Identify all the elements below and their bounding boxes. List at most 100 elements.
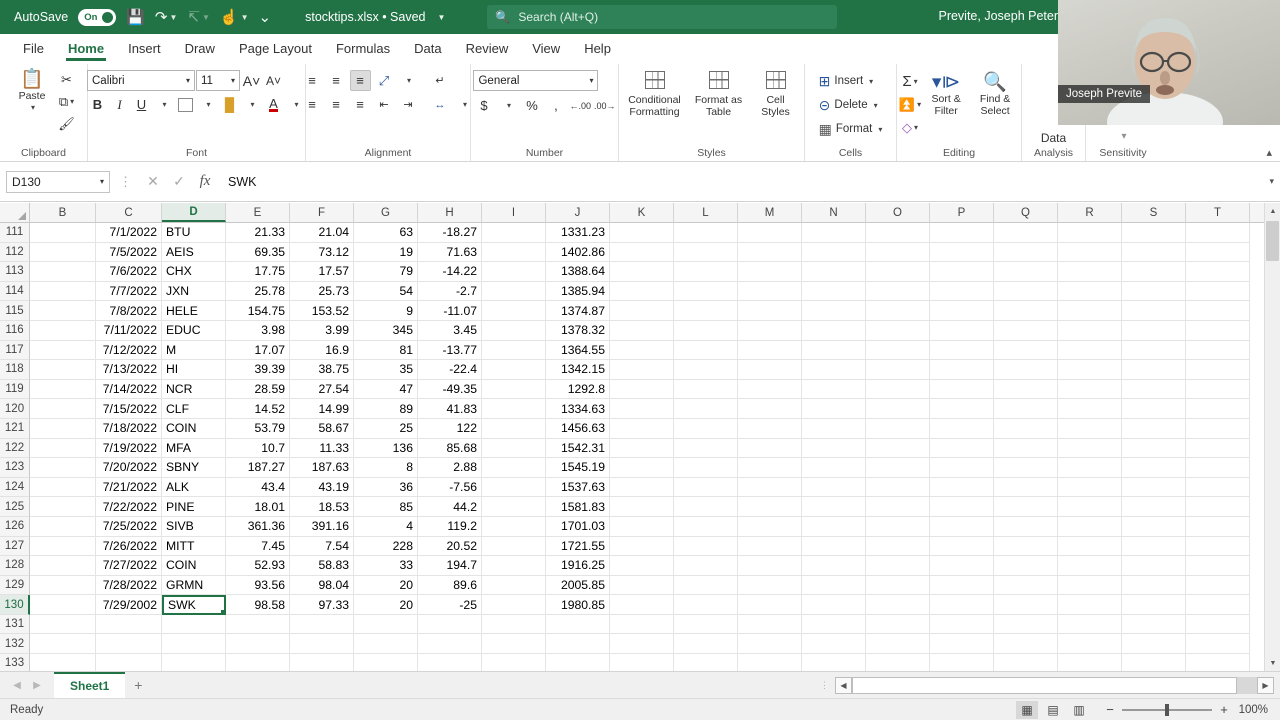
chevron-down-icon[interactable]: ▼ (202, 13, 210, 22)
cell-M116[interactable] (738, 320, 802, 341)
cell-J114[interactable]: 1385.94 (546, 281, 610, 302)
account-name-label[interactable]: Previte, Joseph Peter (938, 9, 1058, 23)
cell-R132[interactable] (1058, 634, 1122, 655)
row-header-114[interactable]: 114 (0, 281, 30, 302)
formula-input[interactable]: SWK (228, 171, 1263, 193)
cell-R114[interactable] (1058, 281, 1122, 302)
cell-I123[interactable] (482, 458, 546, 478)
cell-M121[interactable] (738, 418, 802, 439)
cell-B122[interactable] (30, 438, 96, 459)
cell-B125[interactable] (30, 497, 96, 517)
cell-P128[interactable] (930, 556, 994, 576)
cell-O125[interactable] (866, 497, 930, 517)
cell-Q133[interactable] (994, 654, 1058, 671)
row-header-131[interactable]: 131 (0, 614, 30, 635)
cell-M112[interactable] (738, 242, 802, 263)
cell-J130[interactable]: 1980.85 (546, 595, 610, 615)
grow-font-button[interactable]: A˅ (241, 70, 262, 91)
cell-C114[interactable]: 7/7/2022 (96, 281, 162, 302)
cell-J112[interactable]: 1402.86 (546, 242, 610, 263)
format-as-table-button[interactable]: Format as Table (691, 69, 747, 118)
column-header-D[interactable]: D (162, 203, 226, 222)
cell-F111[interactable]: 21.04 (290, 223, 354, 243)
cell-K131[interactable] (610, 614, 674, 635)
cell-I118[interactable] (482, 360, 546, 380)
undo-icon[interactable]: ↷ ▼ (155, 8, 178, 26)
cell-D127[interactable]: MITT (162, 536, 226, 557)
cell-F117[interactable]: 16.9 (290, 340, 354, 361)
cell-C132[interactable] (96, 634, 162, 655)
cell-N111[interactable] (802, 223, 866, 243)
cell-E116[interactable]: 3.98 (226, 320, 290, 341)
cell-J111[interactable]: 1331.23 (546, 223, 610, 243)
cell-R123[interactable] (1058, 458, 1122, 478)
cell-B113[interactable] (30, 262, 96, 282)
cell-R111[interactable] (1058, 223, 1122, 243)
cell-B126[interactable] (30, 516, 96, 537)
hscroll-left-icon[interactable]: ◀ (835, 676, 852, 694)
cell-G120[interactable]: 89 (354, 399, 418, 419)
expand-formula-bar-icon[interactable]: ▾ (1263, 176, 1274, 187)
cell-Q112[interactable] (994, 242, 1058, 263)
cell-T120[interactable] (1186, 399, 1250, 419)
cell-N127[interactable] (802, 536, 866, 557)
cell-R121[interactable] (1058, 418, 1122, 439)
cell-L125[interactable] (674, 497, 738, 517)
zoom-level-label[interactable]: 100% (1234, 704, 1268, 716)
cell-M129[interactable] (738, 575, 802, 596)
cell-J126[interactable]: 1701.03 (546, 516, 610, 537)
cell-M118[interactable] (738, 360, 802, 380)
cell-D124[interactable]: ALK (162, 477, 226, 498)
cell-H133[interactable] (418, 654, 482, 671)
cell-B120[interactable] (30, 399, 96, 419)
cell-F121[interactable]: 58.67 (290, 418, 354, 439)
horizontal-scroll-thumb[interactable] (852, 676, 1237, 694)
cell-F113[interactable]: 17.57 (290, 262, 354, 282)
cell-N120[interactable] (802, 399, 866, 419)
cell-H112[interactable]: 71.63 (418, 242, 482, 263)
cell-C123[interactable]: 7/20/2022 (96, 458, 162, 478)
cell-O113[interactable] (866, 262, 930, 282)
cell-M114[interactable] (738, 281, 802, 302)
tab-review[interactable]: Review (455, 37, 520, 62)
cell-I119[interactable] (482, 379, 546, 400)
row-header-113[interactable]: 113 (0, 262, 30, 282)
cell-I126[interactable] (482, 516, 546, 537)
number-format-combo[interactable]: General ▾ (473, 70, 599, 91)
row-header-133[interactable]: 133 (0, 654, 30, 671)
row-header-111[interactable]: 111 (0, 223, 30, 243)
cell-Q122[interactable] (994, 438, 1058, 459)
cell-Q118[interactable] (994, 360, 1058, 380)
cell-K112[interactable] (610, 242, 674, 263)
cell-R112[interactable] (1058, 242, 1122, 263)
cell-C117[interactable]: 7/12/2022 (96, 340, 162, 361)
cell-B116[interactable] (30, 320, 96, 341)
column-header-C[interactable]: C (96, 203, 162, 222)
cell-B132[interactable] (30, 634, 96, 655)
file-menu-chevron-icon[interactable]: ▼ (438, 13, 446, 22)
cell-B123[interactable] (30, 458, 96, 478)
wrap-text-button[interactable]: ↵ (430, 70, 451, 91)
cell-B127[interactable] (30, 536, 96, 557)
cell-I120[interactable] (482, 399, 546, 419)
cell-J129[interactable]: 2005.85 (546, 575, 610, 596)
sheet-next-icon[interactable]: ▶ (28, 680, 46, 691)
cell-H127[interactable]: 20.52 (418, 536, 482, 557)
cell-G117[interactable]: 81 (354, 340, 418, 361)
customize-quick-access-icon[interactable]: ⌄ (259, 8, 272, 26)
cell-T123[interactable] (1186, 458, 1250, 478)
cell-R119[interactable] (1058, 379, 1122, 400)
cell-H111[interactable]: -18.27 (418, 223, 482, 243)
column-header-Q[interactable]: Q (994, 203, 1058, 222)
cell-J113[interactable]: 1388.64 (546, 262, 610, 282)
row-header-120[interactable]: 120 (0, 399, 30, 419)
cell-Q127[interactable] (994, 536, 1058, 557)
cell-B128[interactable] (30, 556, 96, 576)
cell-D130[interactable]: SWK (162, 595, 226, 615)
align-right-button[interactable]: ≡ (350, 94, 371, 115)
cell-S126[interactable] (1122, 516, 1186, 537)
cell-C115[interactable]: 7/8/2022 (96, 301, 162, 321)
cell-D115[interactable]: HELE (162, 301, 226, 321)
cell-E120[interactable]: 14.52 (226, 399, 290, 419)
cell-S116[interactable] (1122, 320, 1186, 341)
